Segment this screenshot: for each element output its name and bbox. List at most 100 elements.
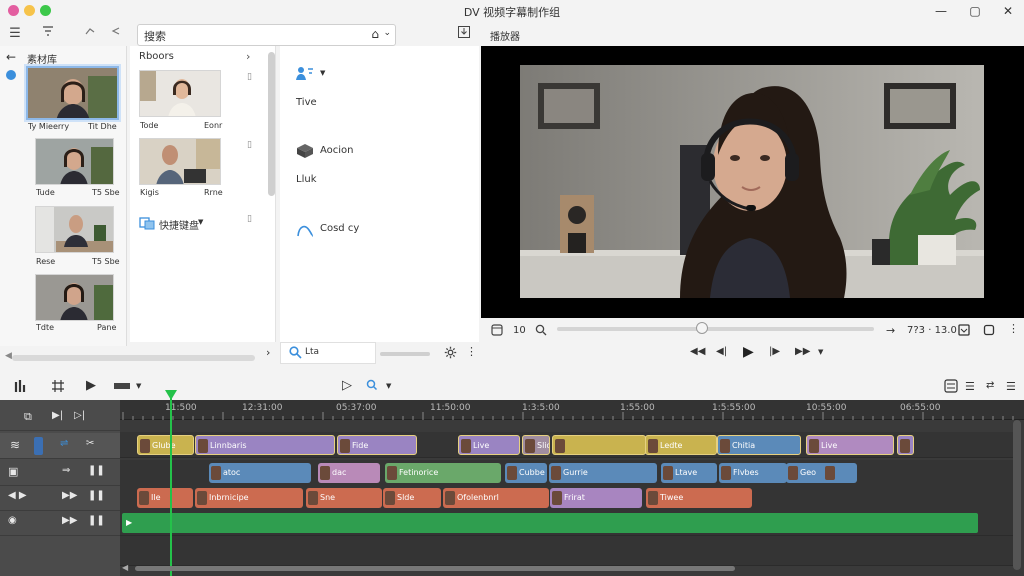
track-header-3[interactable]: ◀ ▶ ▶▶ ❚❚ <box>0 485 120 511</box>
link-track-icon[interactable]: ⇌ <box>60 438 68 449</box>
timeline-clip[interactable]: Fetinorice <box>385 463 501 483</box>
pause-icon[interactable]: ❚❚ <box>88 490 105 501</box>
menu-icon[interactable]: ☰ <box>5 24 25 44</box>
property-aocion[interactable]: Aocion <box>320 145 354 156</box>
timeline-clip[interactable]: Tiwee <box>646 488 752 508</box>
timeline-clip[interactable]: Sne <box>306 488 382 508</box>
scrubber-handle[interactable] <box>696 322 708 334</box>
folder-label[interactable]: 快捷键盘 <box>159 217 199 232</box>
zoom-icon[interactable] <box>535 324 547 336</box>
track-header-1[interactable]: ≋ ⇌ ✂ <box>0 433 120 459</box>
property-lluk[interactable]: Lluk <box>296 174 316 185</box>
timeline-clip[interactable]: Live <box>458 435 520 455</box>
skip-forward-icon[interactable]: ▶▶ <box>795 346 810 357</box>
property-tive[interactable]: Tive <box>296 97 317 108</box>
chevron-down-icon[interactable]: ▼ <box>320 69 325 77</box>
doc-icon[interactable]: ▯ <box>247 214 252 224</box>
import-icon[interactable] <box>454 25 474 45</box>
timeline-clip[interactable]: Ledte <box>645 435 717 455</box>
timeline-clip[interactable]: Ltave <box>661 463 717 483</box>
timeline-clip[interactable]: Linnbaris <box>195 435 335 455</box>
filter-icon[interactable] <box>38 24 58 44</box>
timeline-clip[interactable]: Slide <box>522 435 550 455</box>
more-icon[interactable]: ⋮ <box>466 345 477 358</box>
library-thumb-4[interactable] <box>35 274 114 321</box>
playhead[interactable] <box>170 394 172 576</box>
time-ruler[interactable]: 11:500 12:31:00 05:37:00 11:50:00 1:3:5:… <box>120 400 1024 420</box>
timeline-clip[interactable]: Fide <box>337 435 417 455</box>
timeline-clip[interactable]: Gurrie <box>549 463 657 483</box>
doc-icon[interactable]: ▯ <box>247 140 252 150</box>
lines-icon[interactable]: ☰ <box>965 380 975 393</box>
cube-icon[interactable] <box>296 143 314 159</box>
chevron-down-icon[interactable]: ▼ <box>818 348 823 356</box>
track-header-2[interactable]: ▣ ⇒ ❚❚ <box>0 460 120 486</box>
curve-icon[interactable] <box>296 222 314 238</box>
scrubber-track[interactable] <box>557 327 874 331</box>
timeline-clip[interactable]: Live <box>806 435 894 455</box>
timeline-clip[interactable]: Ofolenbnrl <box>443 488 549 508</box>
skip-back-icon[interactable]: ◀◀ <box>690 346 705 357</box>
render-play-icon[interactable]: ▷ <box>342 378 352 393</box>
library-thumb-1[interactable] <box>26 66 119 120</box>
horizontal-scrollbar[interactable] <box>12 355 255 361</box>
step-forward-icon[interactable]: |▶ <box>769 346 780 357</box>
timeline-clip[interactable]: Flvbes <box>719 463 787 483</box>
play-icon[interactable]: ▶ <box>743 344 754 360</box>
next-icon[interactable]: ▶| <box>52 410 63 421</box>
chevron-right-icon[interactable]: › <box>246 50 250 63</box>
timeline-clip[interactable]: dac <box>318 463 380 483</box>
close-button[interactable]: ✕ <box>998 2 1018 20</box>
browser-thumb-1[interactable] <box>139 70 221 117</box>
vertical-scrollbar[interactable] <box>268 52 275 196</box>
timeline-play-icon[interactable]: ▶ <box>86 378 96 393</box>
track-height-icon[interactable] <box>114 383 130 389</box>
home-icon[interactable]: ⌂ <box>371 27 379 41</box>
list-view-icon[interactable] <box>944 379 958 393</box>
nav-up-icon[interactable] <box>80 24 100 44</box>
arrow-right-icon[interactable]: → <box>886 324 895 337</box>
frame-icon[interactable] <box>491 324 503 336</box>
timeline-clip[interactable] <box>552 435 646 455</box>
audio-lr-icon[interactable]: ◀ ▶ <box>8 490 27 501</box>
camera-icon[interactable]: ◉ <box>8 515 17 526</box>
timeline-clip[interactable]: Glube <box>137 435 194 455</box>
timeline-clip[interactable]: Chitia <box>717 435 801 455</box>
track-header-4[interactable]: ◉ ▶▶ ❚❚ <box>0 510 120 536</box>
property-cosd-cy[interactable]: Cosd cy <box>320 223 359 234</box>
timeline-menu-icon[interactable]: ☰ <box>1006 380 1016 393</box>
cut-icon[interactable]: ✂ <box>86 438 94 449</box>
timeline-clip[interactable]: Ile <box>137 488 193 508</box>
forward-icon[interactable]: ▶▶ <box>62 490 77 501</box>
arrow-track-icon[interactable]: ⇒ <box>62 465 70 476</box>
more-icon[interactable]: ⋮ <box>1008 322 1019 335</box>
safe-area-icon[interactable] <box>958 324 970 336</box>
chevron-down-icon[interactable]: ▼ <box>136 382 141 390</box>
playhead-handle[interactable] <box>165 390 177 400</box>
chevron-down-icon[interactable]: ⌄ <box>383 28 391 38</box>
swap-icon[interactable]: ⇄ <box>986 380 994 391</box>
maximize-button[interactable]: ▢ <box>965 2 985 20</box>
timeline-vertical-scrollbar[interactable] <box>1013 420 1021 570</box>
layers-icon[interactable]: ≋ <box>10 438 20 452</box>
minimize-button[interactable]: — <box>931 2 951 20</box>
people-icon[interactable] <box>296 66 318 82</box>
library-thumb-3[interactable] <box>35 206 114 253</box>
zoom-slider[interactable] <box>380 352 430 356</box>
timeline-clip[interactable]: ▶ <box>122 513 978 533</box>
scroll-left-icon[interactable]: ◀ <box>5 351 12 361</box>
forward-icon[interactable]: ▶▶ <box>62 515 77 526</box>
pause-icon[interactable]: ❚❚ <box>88 465 105 476</box>
fullscreen-icon[interactable] <box>983 324 995 336</box>
chevron-right-icon[interactable]: › <box>266 346 270 359</box>
frame-track-icon[interactable]: ▣ <box>8 465 18 478</box>
back-arrow-icon[interactable]: ← <box>6 50 16 64</box>
settings-gear-icon[interactable] <box>444 346 457 359</box>
timeline-clip[interactable]: Slde <box>383 488 441 508</box>
preview-viewer[interactable] <box>481 46 1024 318</box>
chevron-down-icon[interactable]: ▼ <box>386 382 391 390</box>
end-icon[interactable]: ▷| <box>74 410 85 421</box>
scroll-left-icon[interactable]: ◀ <box>122 563 128 572</box>
bar-chart-icon[interactable] <box>14 379 28 393</box>
nav-back-icon[interactable] <box>106 24 126 44</box>
